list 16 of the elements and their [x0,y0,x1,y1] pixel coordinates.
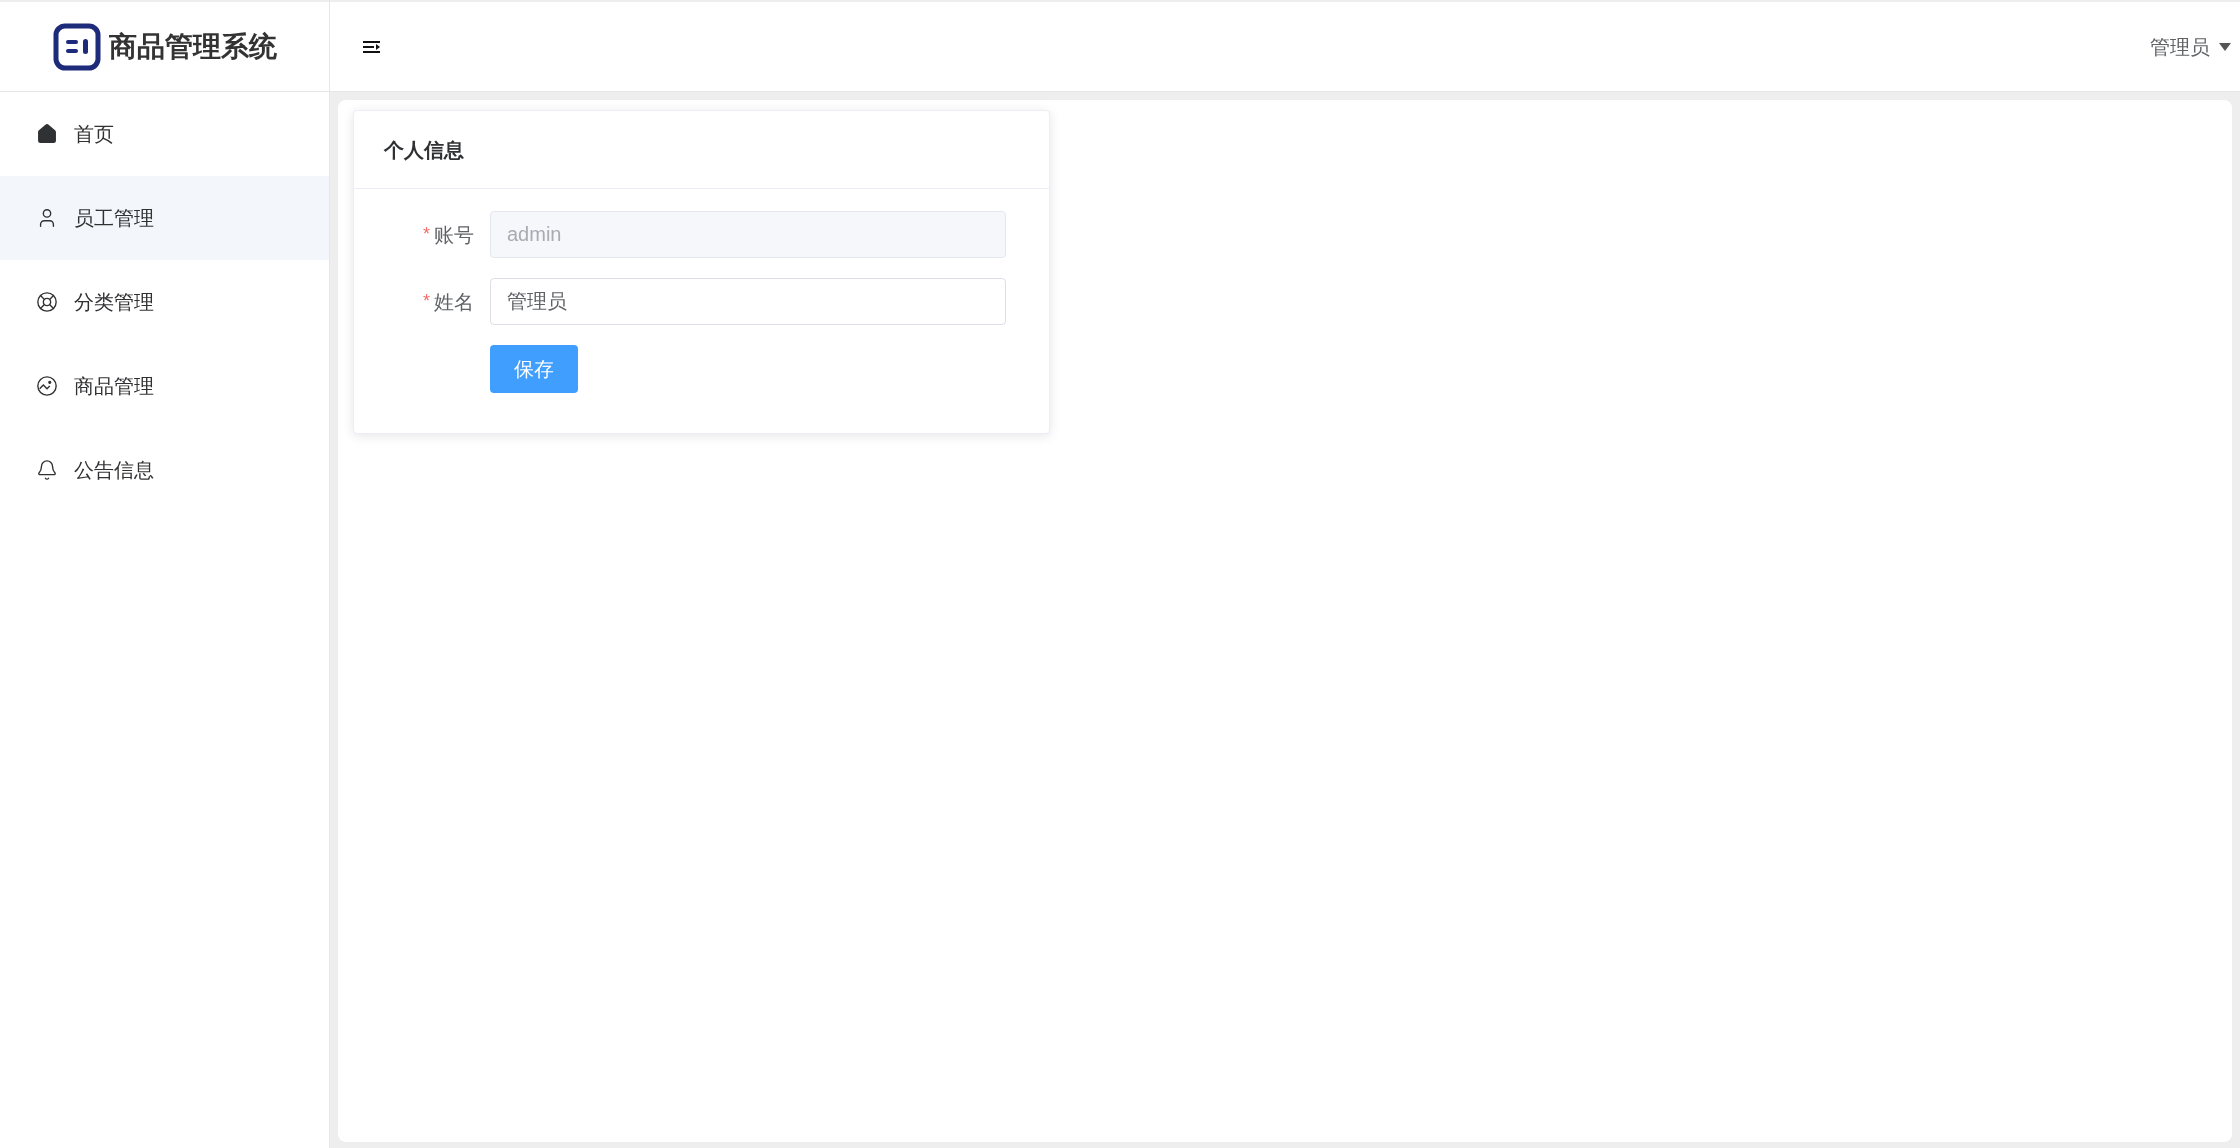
home-icon [36,123,58,145]
menu-icon[interactable] [362,38,382,55]
user-menu[interactable]: 管理员 [2150,31,2232,62]
text-field[interactable]: 管理员 [490,278,1006,325]
app-title: 商品管理系统 [108,29,277,64]
lifebuoy-icon [36,291,58,313]
card-title: 个人信息 [384,137,464,163]
caret-icon [2218,41,2232,52]
wave-circle-icon [36,375,58,397]
bell-icon [36,459,58,481]
menu-item[interactable]: 员工管理 [0,176,329,260]
required-mark: * [423,290,430,313]
logo-icon [52,22,101,71]
field-label: 账号 [434,222,474,248]
field-label: 姓名 [434,289,474,315]
required-mark: * [423,223,430,246]
